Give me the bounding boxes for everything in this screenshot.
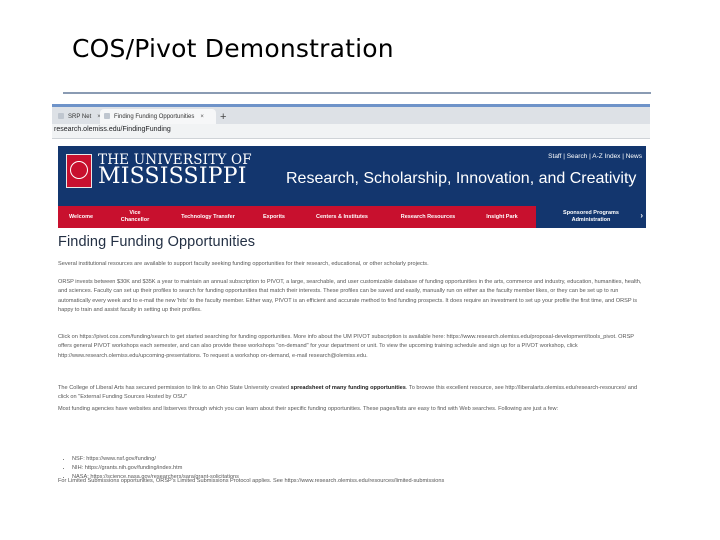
nav-exporits[interactable]: Exporits — [250, 206, 298, 228]
address-bar-url[interactable]: research.olemiss.edu/FindingFunding — [54, 126, 171, 133]
nav-vice-chancellor[interactable]: Vice Chancellor — [108, 206, 162, 228]
browser-screenshot: SRP Net × Finding Funding Opportunities × … — [52, 104, 650, 496]
nav-insight-park[interactable]: Insight Park — [476, 206, 528, 228]
nav-sponsored-programs-label: Sponsored Programs Administration — [563, 210, 619, 223]
address-bar[interactable]: research.olemiss.edu/FindingFunding — [52, 124, 650, 139]
nav-technology-transfer[interactable]: Technology Transfer — [166, 206, 250, 228]
intro-paragraph: Several institutional resources are avai… — [58, 261, 429, 267]
osu-text-part1: The College of Liberal Arts has secured … — [58, 385, 291, 391]
tab-label: Finding Funding Opportunities — [114, 114, 195, 120]
agency-websites-paragraph: Most funding agencies have websites and … — [58, 406, 559, 412]
university-seal-icon[interactable] — [66, 154, 92, 188]
favicon-icon — [104, 113, 110, 120]
limited-submissions-paragraph: For Limited Submissions opportunities, O… — [58, 478, 445, 484]
slide-title: COS/Pivot Demonstration — [72, 34, 394, 63]
chevron-right-icon: › — [640, 211, 643, 220]
logo-text-line2[interactable]: MISSISSIPPI — [98, 164, 247, 189]
nav-welcome[interactable]: Welcome — [58, 206, 104, 228]
osu-spreadsheet-link[interactable]: spreadsheet of many funding opportunitie… — [291, 385, 406, 391]
favicon-icon — [58, 113, 64, 120]
browser-tab-bar: SRP Net × Finding Funding Opportunities × … — [52, 104, 650, 125]
utility-links[interactable]: Staff | Search | A-Z Index | News — [548, 153, 642, 160]
site-tagline: Research, Scholarship, Innovation, and C… — [286, 170, 637, 187]
nav-centers-institutes[interactable]: Centers & Institutes — [302, 206, 382, 228]
new-tab-button[interactable]: + — [220, 109, 226, 125]
funder-link-nsf[interactable]: NSF: https://www.nsf.gov/funding/ — [72, 455, 239, 464]
tab-label: SRP Net — [68, 114, 92, 120]
nav-research-resources[interactable]: Research Resources — [388, 206, 468, 228]
title-divider — [63, 92, 651, 94]
funder-link-nih[interactable]: NIH: https://grants.nih.gov/funding/inde… — [72, 464, 239, 473]
browser-tab-finding-funding[interactable]: Finding Funding Opportunities × — [100, 109, 216, 125]
nav-sponsored-programs[interactable]: Sponsored Programs Administration › — [536, 206, 646, 228]
pivot-paragraph: ORSP invests between $30K and $35K a yea… — [58, 279, 642, 313]
osu-spreadsheet-paragraph: The College of Liberal Arts has secured … — [58, 384, 646, 403]
close-tab-icon[interactable]: × — [200, 114, 204, 120]
main-nav: Welcome Vice Chancellor Technology Trans… — [58, 206, 646, 228]
browser-tab-srp[interactable]: SRP Net × — [54, 109, 101, 125]
pivot-links-paragraph: Click on https://pivot.cos.com/funding/s… — [58, 334, 634, 359]
page-heading: Finding Funding Opportunities — [58, 234, 256, 250]
site-header: THE UNIVERSITY OF MISSISSIPPI Research, … — [58, 146, 646, 206]
